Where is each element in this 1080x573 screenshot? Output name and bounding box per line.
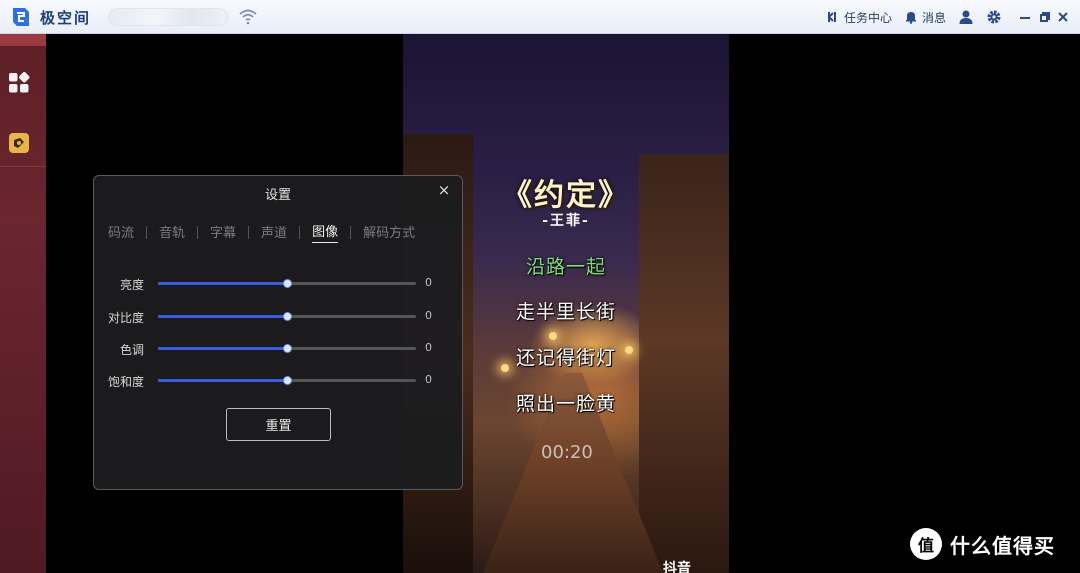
tab-audio-track[interactable]: 音轨 <box>159 222 185 243</box>
slider-fill <box>158 315 287 318</box>
slider-handle[interactable] <box>283 344 292 353</box>
tiktok-watermark: 抖音 <box>663 561 691 573</box>
tab-subtitles[interactable]: 字幕 <box>210 222 236 243</box>
saturation-slider[interactable] <box>158 376 416 385</box>
task-center-label: 任务中心 <box>843 10 892 25</box>
saturation-row: 饱和度 0 <box>94 373 464 389</box>
brightness-row: 亮度 0 <box>94 276 464 292</box>
dialog-title: 设置 <box>264 188 291 203</box>
sidebar-divider <box>0 166 46 167</box>
sidebar-item-apps[interactable] <box>6 70 32 96</box>
task-center-icon <box>827 12 836 22</box>
slider-fill <box>158 379 287 382</box>
user-icon[interactable] <box>958 9 974 25</box>
slider-value: 0 <box>425 373 432 386</box>
bell-icon <box>905 12 916 24</box>
app-logo-icon <box>13 8 29 26</box>
settings-tabs: 码流 音轨 字幕 声道 图像 解码方式 <box>108 221 415 243</box>
brightness-slider[interactable] <box>158 279 416 288</box>
slider-value: 0 <box>425 276 432 289</box>
messages-button[interactable]: 消息 <box>904 9 946 26</box>
tab-stream[interactable]: 码流 <box>108 222 134 243</box>
slider-handle[interactable] <box>283 376 292 385</box>
video-timecode: 00:20 <box>541 442 593 463</box>
watermark-text: 什么值得买 <box>950 533 1055 558</box>
task-center-button[interactable]: 任务中心 <box>826 9 892 26</box>
wifi-icon <box>239 9 257 25</box>
slider-handle[interactable] <box>283 312 292 321</box>
close-window-icon[interactable] <box>1058 12 1068 22</box>
slider-fill <box>158 347 287 350</box>
apps-grid-icon <box>9 72 30 93</box>
contrast-slider[interactable] <box>158 312 416 321</box>
tab-separator <box>248 225 250 239</box>
left-sidebar <box>0 34 46 573</box>
tab-separator <box>299 225 301 239</box>
title-bar: 极空间 任务中心 消息 <box>0 0 1080 34</box>
hue-slider[interactable] <box>158 344 416 353</box>
tab-separator <box>146 225 148 239</box>
tab-audio-channel[interactable]: 声道 <box>261 222 287 243</box>
restore-icon[interactable] <box>1040 14 1048 22</box>
minimize-icon[interactable] <box>1020 12 1030 19</box>
tab-image[interactable]: 图像 <box>312 221 339 243</box>
contrast-row: 对比度 0 <box>94 309 464 325</box>
hue-row: 色调 0 <box>94 341 464 357</box>
watermark-logo-icon: 值 <box>910 528 942 560</box>
slider-label: 亮度 <box>119 278 144 292</box>
video-app-icon <box>9 133 29 153</box>
slider-label: 饱和度 <box>107 375 144 389</box>
slider-fill <box>158 282 287 285</box>
site-watermark: 值 什么值得买 <box>910 528 1055 560</box>
slider-label: 对比度 <box>107 311 144 325</box>
sidebar-accent-strip <box>0 34 46 46</box>
tab-decoding[interactable]: 解码方式 <box>363 222 415 243</box>
settings-dialog: 设置 × 码流 音轨 字幕 声道 图像 解码方式 亮度 0 对比度 0 色调 0… <box>93 175 463 490</box>
tab-separator <box>350 225 352 239</box>
gear-icon[interactable] <box>986 9 1002 25</box>
close-icon[interactable]: × <box>436 182 452 198</box>
device-name-blurred[interactable] <box>108 8 228 26</box>
sidebar-item-video-player[interactable] <box>6 130 32 156</box>
slider-value: 0 <box>425 341 432 354</box>
slider-value: 0 <box>425 309 432 322</box>
slider-handle[interactable] <box>283 279 292 288</box>
app-name: 极空间 <box>40 9 92 27</box>
street-lamp <box>549 332 557 340</box>
reset-button[interactable]: 重置 <box>226 408 331 441</box>
slider-label: 色调 <box>119 343 144 357</box>
tab-separator <box>197 225 199 239</box>
messages-label: 消息 <box>921 10 946 25</box>
